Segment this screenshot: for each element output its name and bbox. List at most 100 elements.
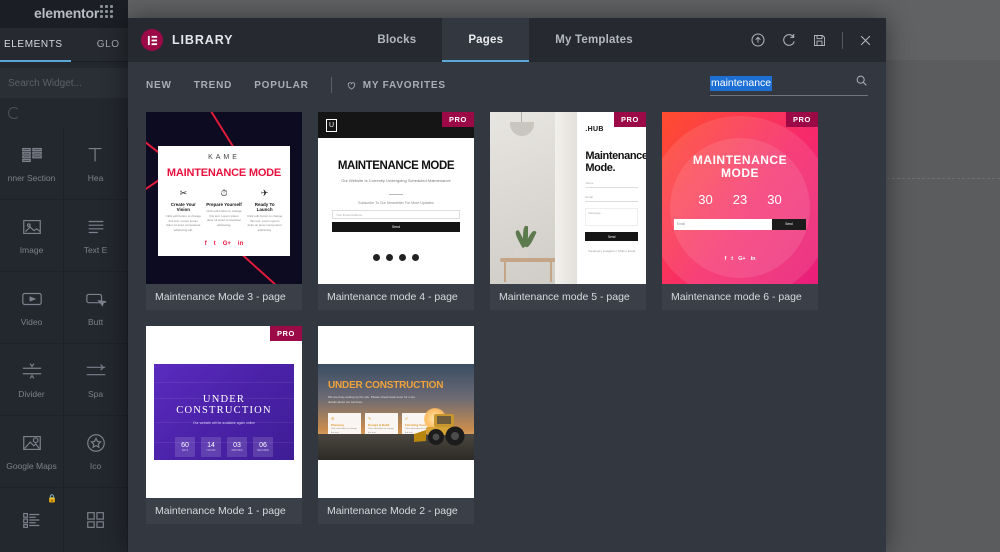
preview-socials: f t G+ in — [674, 256, 806, 262]
template-thumbnail[interactable]: PRO U MAINTENANCE MODE Our Website Is Cu… — [318, 112, 474, 284]
editor-tab-global[interactable]: GLO — [89, 28, 128, 62]
widget-icon-box[interactable] — [64, 488, 128, 552]
social-icon — [399, 253, 406, 261]
library-tabs: Blocks Pages My Templates — [351, 18, 658, 62]
preview-field: Name — [585, 181, 638, 189]
preview-panel: MAINTENANCE MODE 30 23 30 Email Send f t… — [662, 112, 818, 262]
countdown-value: 30 — [698, 191, 713, 207]
filter-my-favorites[interactable]: MY FAVORITES — [346, 80, 446, 91]
widget-google-maps[interactable]: Google Maps — [0, 416, 64, 488]
preview-column: ✈ Ready To Launch Click edit button to c… — [246, 188, 283, 232]
countdown-value: 03 — [233, 442, 241, 449]
template-card[interactable]: PRO UNDER CONSTRUCTION Our website will … — [146, 326, 302, 524]
social-icon: f — [204, 241, 207, 247]
save-icon[interactable] — [812, 33, 827, 48]
template-thumbnail[interactable]: UNDER CONSTRUCTION We are busy setting u… — [318, 326, 474, 498]
template-title-bar: Maintenance Mode 1 - page — [146, 498, 302, 524]
template-thumbnail[interactable]: PRO UNDER CONSTRUCTION Our website will … — [146, 326, 302, 498]
widget-inner-section[interactable]: nner Section — [0, 128, 64, 200]
template-title-bar: Maintenance Mode 2 - page — [318, 498, 474, 524]
template-title: Maintenance Mode 3 - page — [155, 291, 286, 303]
countdown-value: 60 — [181, 442, 189, 449]
preview-email-input: Your Email Address — [332, 209, 460, 219]
preview-socials: f t G+ in — [205, 241, 244, 247]
countdown-box: 03 MINUTES — [227, 437, 247, 457]
preview-panel: .HUB Maintenance Mode. Name Email Messag… — [577, 112, 646, 284]
filter-trend[interactable]: TREND — [194, 80, 232, 91]
card-title: Planning — [331, 423, 344, 428]
column-title: Create Your Vision — [170, 202, 196, 212]
heading-icon — [88, 147, 101, 162]
widget-search-input[interactable]: Search Widget... — [0, 68, 128, 98]
template-card[interactable]: PRO U MAINTENANCE MODE Our Website Is Cu… — [318, 112, 474, 310]
column-icon: ✈ — [260, 188, 269, 198]
pro-badge: PRO — [785, 112, 818, 127]
widget-spacer[interactable]: Spa — [64, 344, 128, 416]
editor-topbar: elementor — [0, 0, 128, 28]
search-input[interactable]: maintenance — [710, 74, 868, 96]
category-toggle-icon[interactable] — [8, 107, 20, 119]
preview-logo: KAME — [208, 154, 240, 161]
tab-pages[interactable]: Pages — [442, 18, 530, 62]
library-title: LIBRARY — [172, 33, 234, 47]
editor-tab-elements[interactable]: ELEMENTS — [0, 28, 71, 62]
widget-label: Image — [19, 245, 44, 255]
upload-icon[interactable] — [750, 32, 766, 48]
template-card[interactable]: PRO .HUB Maintenance Mode. Name Email Me… — [490, 112, 646, 310]
preview-card: ⚙ Planning Click edit button to change t… — [328, 413, 361, 436]
widget-divider[interactable]: Divider — [0, 344, 64, 416]
app-root: elementor ELEMENTS GLO Search Widget... — [0, 0, 1000, 552]
filter-popular[interactable]: POPULAR — [254, 80, 309, 91]
widget-video[interactable]: Video — [0, 272, 64, 344]
countdown-unit: MINUTES — [231, 449, 243, 452]
preview-note: Subscribe To Our Newsletter For More Upd… — [358, 200, 434, 205]
template-library-modal: LIBRARY Blocks Pages My Templates NEW TR… — [128, 18, 886, 552]
widget-grid: nner Section Hea Image Text E Video Butt… — [0, 128, 128, 552]
template-card[interactable]: PRO MAINTENANCE MODE 30 23 30 Email Send — [662, 112, 818, 310]
countdown-box: 60 DAYS — [175, 437, 195, 457]
google-maps-icon — [22, 435, 41, 451]
countdown-value: 14 — [207, 442, 215, 449]
close-icon[interactable] — [858, 33, 873, 48]
preview-panel: UNDER CONSTRUCTION Our website will be a… — [154, 364, 294, 460]
text-editor-icon — [88, 220, 103, 234]
search-icon[interactable] — [855, 74, 868, 92]
template-card[interactable]: UNDER CONSTRUCTION We are busy setting u… — [318, 326, 474, 524]
column-body: Click edit button to change this text. L… — [165, 214, 202, 232]
header-divider — [842, 31, 843, 49]
sync-icon[interactable] — [781, 32, 797, 48]
template-thumbnail[interactable]: PRO .HUB Maintenance Mode. Name Email Me… — [490, 112, 646, 284]
template-card[interactable]: KAME MAINTENANCE MODE ✂ Create Your Visi… — [146, 112, 302, 310]
elementor-wordmark: elementor — [34, 5, 100, 21]
button-icon — [85, 293, 106, 307]
preview-panel: UNDER CONSTRUCTION We are busy setting u… — [318, 364, 474, 460]
preview-headline: MAINTENANCE MODE — [166, 167, 282, 179]
preview-photo — [490, 112, 578, 284]
social-icon: G+ — [222, 241, 231, 247]
modal-header: LIBRARY Blocks Pages My Templates — [128, 18, 886, 62]
preview-body: MAINTENANCE MODE Our Website Is Currentl… — [318, 138, 474, 261]
template-thumbnail[interactable]: PRO MAINTENANCE MODE 30 23 30 Email Send — [662, 112, 818, 284]
preview-logo: .HUB — [585, 126, 604, 133]
widget-button[interactable]: Butt — [64, 272, 128, 344]
pro-badge: PRO — [613, 112, 646, 127]
column-title: Prepare Yourself — [206, 202, 242, 207]
card-title: Design & Build — [368, 423, 390, 428]
tab-blocks[interactable]: Blocks — [351, 18, 442, 62]
preview-submit-button: Send — [772, 218, 806, 230]
filter-new[interactable]: NEW — [146, 80, 172, 91]
widget-heading[interactable]: Hea — [64, 128, 128, 200]
column-icon: ✂ — [179, 188, 188, 198]
widget-image[interactable]: Image — [0, 200, 64, 272]
widget-text-editor[interactable]: Text E — [64, 200, 128, 272]
grid-menu-icon[interactable] — [100, 5, 118, 23]
preview-divider — [389, 193, 403, 195]
widget-icon[interactable]: Ico — [64, 416, 128, 488]
widget-icon-list[interactable]: 🔒 — [0, 488, 64, 552]
preview-form: Email Send — [674, 218, 806, 230]
template-title: Maintenance mode 5 - page — [499, 291, 630, 303]
template-thumbnail[interactable]: KAME MAINTENANCE MODE ✂ Create Your Visi… — [146, 112, 302, 284]
social-icon — [412, 253, 419, 261]
tab-my-templates[interactable]: My Templates — [529, 18, 659, 62]
social-icon: f — [724, 255, 727, 262]
